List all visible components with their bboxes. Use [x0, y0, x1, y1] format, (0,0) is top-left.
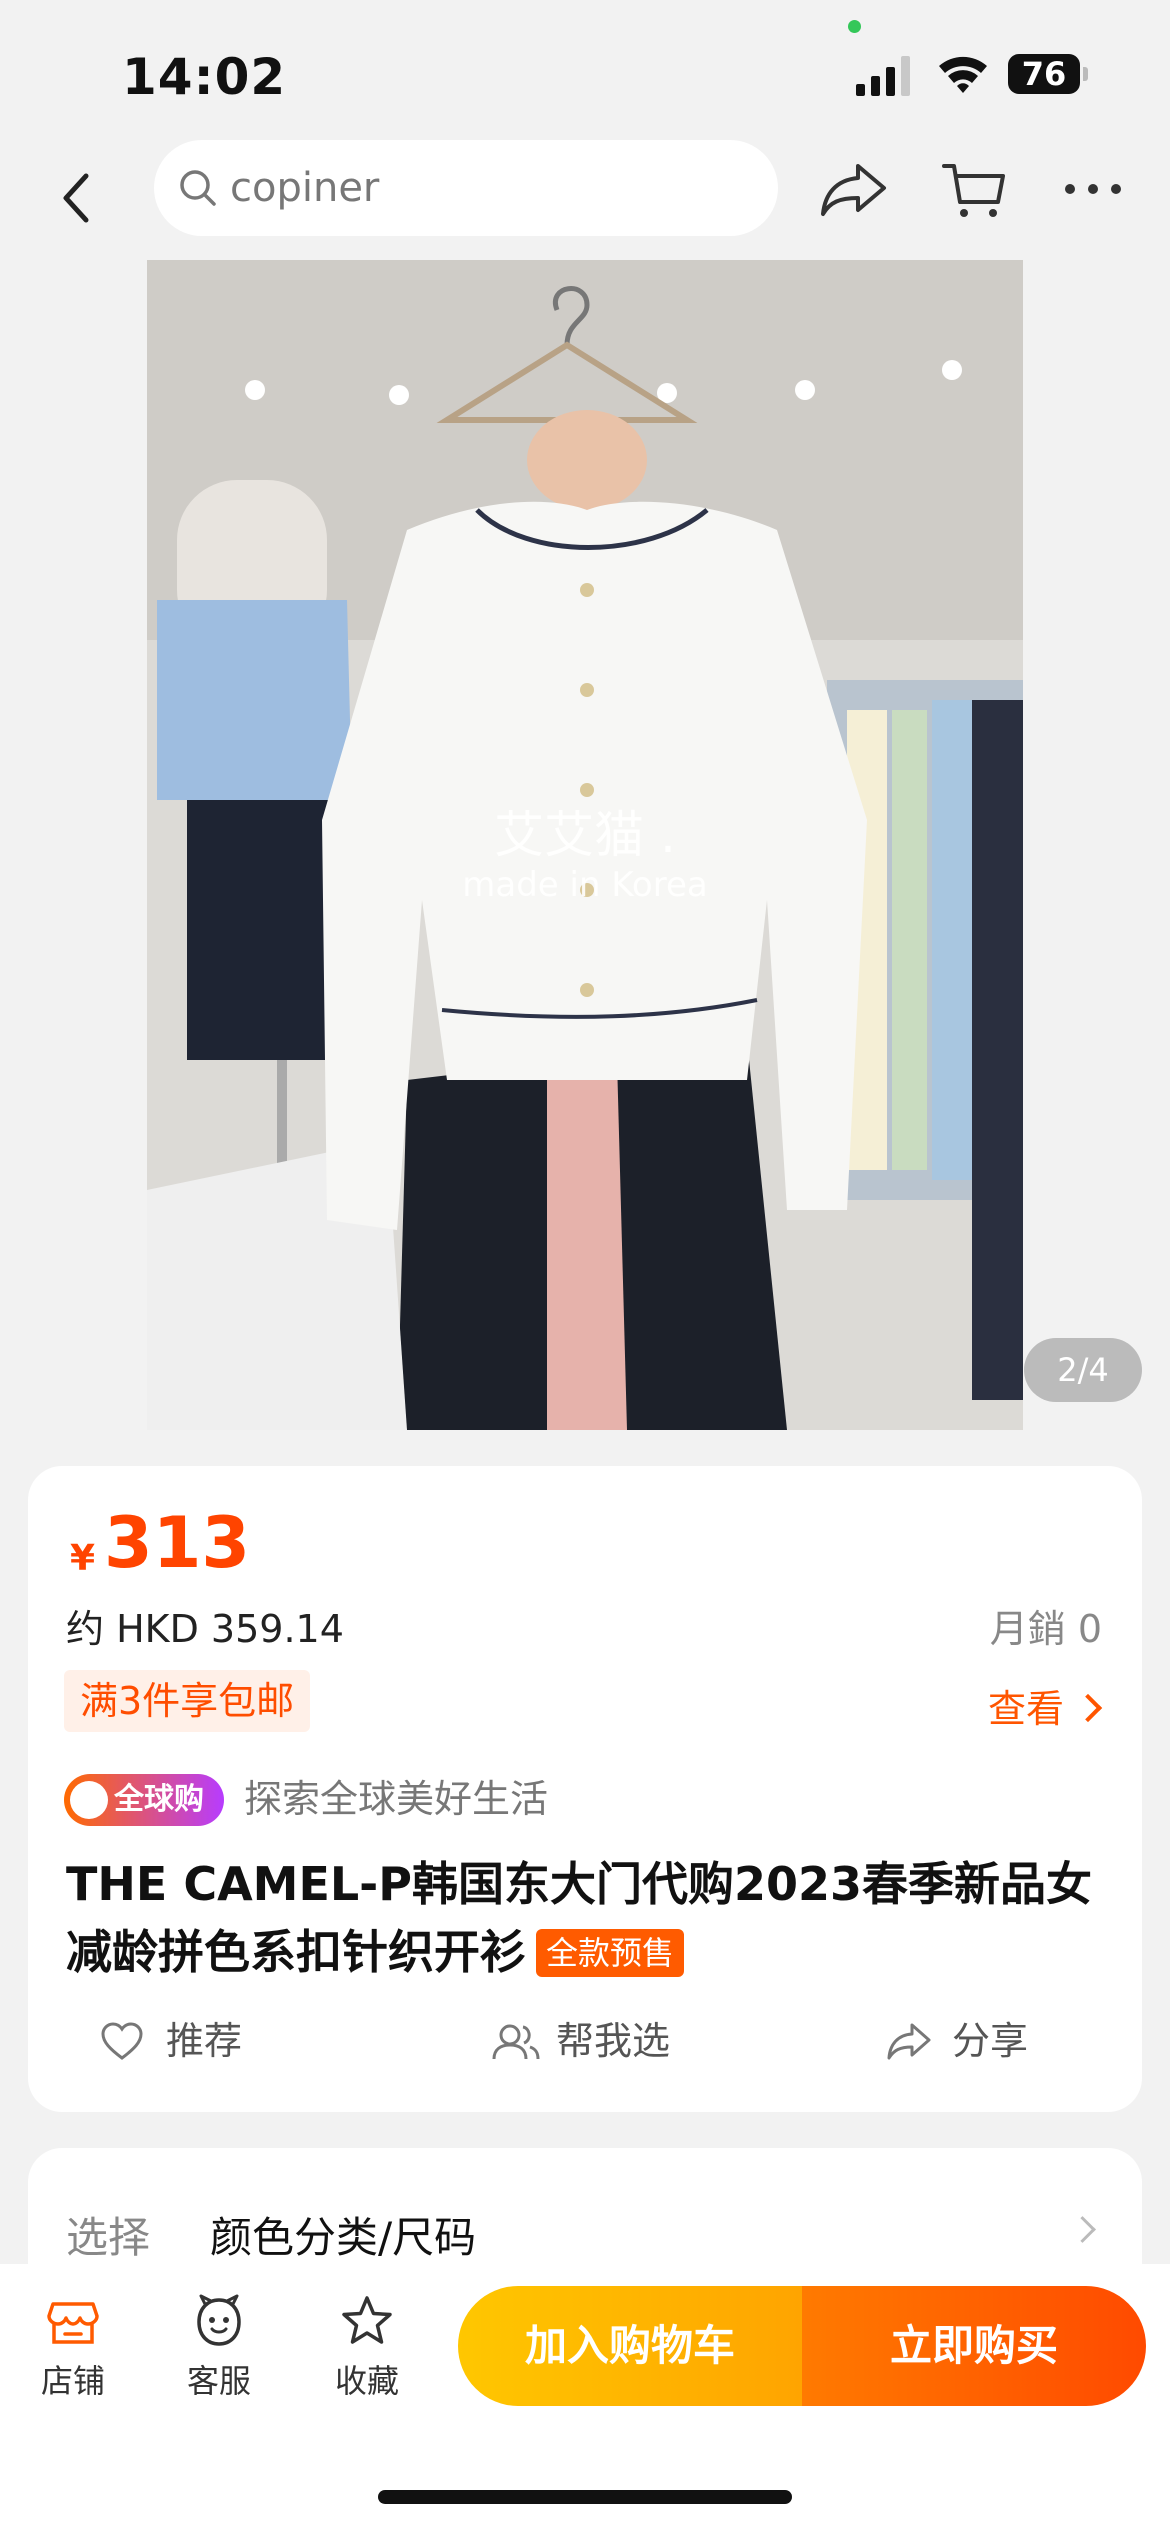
people-icon: [492, 2024, 540, 2060]
spec-label: 选择: [66, 2213, 151, 2262]
home-indicator[interactable]: [378, 2490, 792, 2504]
product-image[interactable]: 艾艾猫 . made in Korea: [147, 260, 1023, 1430]
top-nav: copiner: [0, 140, 1170, 260]
global-buy-icon: [70, 1781, 108, 1819]
watermark-made-in: made in Korea: [462, 865, 708, 905]
watermark-brand: 艾艾猫 .: [494, 806, 676, 864]
global-buy-label: 全球购: [114, 1782, 204, 1817]
product-info-card: ¥ 313 约 HKD 359.14 月銷 0 满3件享包邮 查看 全球购 探索…: [28, 1466, 1142, 2112]
share-label: 分享: [952, 2019, 1029, 2063]
search-input[interactable]: copiner: [154, 140, 778, 236]
customer-service-icon: [197, 2294, 241, 2346]
status-time: 14:02: [122, 48, 287, 106]
image-pager: 2/4: [1024, 1338, 1142, 1402]
battery-icon: 76: [1008, 54, 1088, 94]
status-bar: 14:02 76: [0, 0, 1170, 140]
global-buy-slogan: 探索全球美好生活: [244, 1777, 549, 1821]
global-buy-badge: 全球购: [64, 1774, 224, 1826]
promo-view-link[interactable]: 查看: [987, 1678, 1103, 1733]
star-icon: [342, 2296, 392, 2344]
product-price: 313: [104, 1502, 251, 1584]
back-icon[interactable]: [56, 168, 96, 228]
store-label: 店铺: [40, 2362, 105, 2400]
spec-value: 颜色分类/尺码: [210, 2213, 477, 2262]
product-actions: 推荐 帮我选 分享: [28, 2006, 1142, 2076]
customer-service-tab[interactable]: 客服: [164, 2294, 274, 2414]
chevron-right-icon: [1069, 2216, 1096, 2243]
add-to-cart-button[interactable]: 加入购物车: [458, 2286, 802, 2406]
price-hkd: 约 HKD 359.14: [66, 1607, 344, 1651]
search-icon: [180, 170, 216, 206]
shipping-promo: 满3件享包邮: [64, 1670, 311, 1732]
share-button[interactable]: 分享: [886, 2006, 1066, 2076]
monthly-sales: 月銷 0: [989, 1607, 1102, 1651]
recommend-label: 推荐: [166, 2019, 243, 2063]
more-icon[interactable]: [1062, 176, 1124, 202]
battery-level: 76: [1008, 54, 1080, 94]
favorite-tab[interactable]: 收藏: [312, 2294, 422, 2414]
cellular-signal-icon: [856, 56, 910, 96]
favorite-label: 收藏: [334, 2362, 399, 2400]
heart-icon: [101, 2022, 143, 2060]
search-value: copiner: [230, 165, 380, 211]
currency-symbol: ¥: [70, 1538, 96, 1579]
help-choose-label: 帮我选: [556, 2019, 671, 2063]
customer-service-label: 客服: [186, 2362, 251, 2400]
store-tab[interactable]: 店铺: [18, 2294, 128, 2414]
help-choose-button[interactable]: 帮我选: [490, 2006, 710, 2076]
share-icon: [887, 2023, 931, 2060]
store-icon: [47, 2302, 99, 2344]
buy-now-button[interactable]: 立即购买: [802, 2286, 1146, 2406]
recommend-button[interactable]: 推荐: [100, 2006, 280, 2076]
promo-view-label: 查看: [987, 1687, 1064, 1731]
chevron-right-icon: [1073, 1693, 1103, 1723]
cart-icon[interactable]: [940, 158, 1008, 222]
privacy-indicator: [848, 20, 861, 33]
share-icon[interactable]: [818, 160, 890, 220]
wifi-icon: [939, 56, 987, 93]
presale-tag: 全款预售: [536, 1929, 685, 1977]
product-title: THE CAMEL-P韩国东大门代购2023春季新品女减龄拼色系扣针织开衫 全款预…: [66, 1850, 1116, 1986]
